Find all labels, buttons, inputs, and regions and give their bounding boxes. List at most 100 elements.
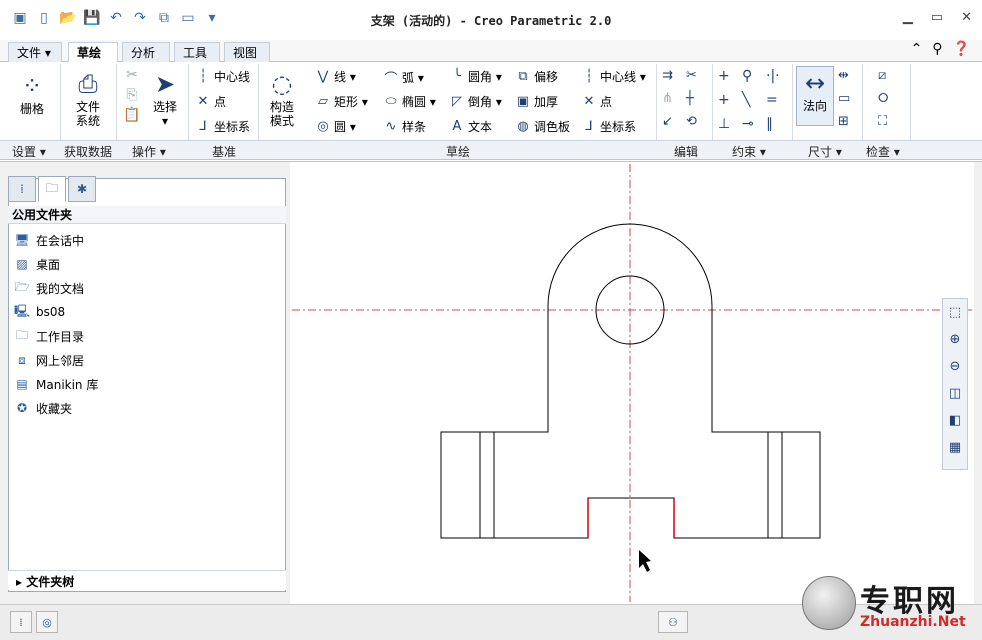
folder-tree-toggle[interactable]: ▸ 文件夹树 — [8, 570, 286, 590]
tab-file[interactable]: 文件 ▾ — [8, 42, 62, 62]
repaint-icon[interactable]: ◫ — [943, 380, 967, 407]
folder-browser-tab-icon[interactable]: 🗀 — [38, 176, 66, 202]
group-setup[interactable]: 设置 ▾ — [12, 143, 46, 160]
horizontal-constraint-icon[interactable]: + — [718, 92, 742, 108]
line-tool[interactable]: ⋁ 线 ▾ — [316, 68, 356, 85]
model-tree-tab-icon[interactable]: ⁞ — [8, 176, 36, 202]
datum-point[interactable]: ✕ 点 — [196, 93, 226, 110]
delete-segment-icon[interactable]: ✂ — [686, 68, 710, 83]
equal-constraint-icon[interactable]: = — [766, 92, 790, 108]
circle-tool[interactable]: ◎ 圆 ▾ — [316, 118, 356, 135]
dimension-tools: ⇹ ▭ ⊞ — [838, 68, 858, 129]
help-icon[interactable]: ❓ — [953, 41, 970, 57]
vertical-constraint-icon[interactable]: + — [718, 68, 742, 84]
shade-closed-loops-icon[interactable]: ⛶ — [878, 114, 898, 129]
grid-button[interactable]: ⁘ 栅格 — [12, 70, 52, 116]
offset-tool[interactable]: ⧉ 偏移 — [516, 68, 558, 85]
close-button[interactable]: ✕ — [961, 10, 972, 25]
folder-list: 🖥 在会话中 ▨ 桌面 🗁 我的文档 🖳 bs08 🗀 工作目录 ⧈ 网上邻居 ▤ Manik… — [14, 228, 98, 420]
perimeter-icon[interactable]: ⇹ — [838, 68, 858, 83]
refit-icon[interactable]: ⬚ — [943, 299, 967, 326]
rectangle-tool[interactable]: ▱ 矩形 ▾ — [316, 93, 368, 110]
rotate-resize-icon[interactable]: ⟲ — [686, 114, 710, 129]
group-sketch: 草绘 — [446, 145, 471, 159]
highlight-open-ends-icon[interactable]: ⭘ — [878, 91, 898, 106]
paste-icon[interactable]: 📋 — [122, 108, 142, 122]
folder-item-favorites[interactable]: ✪ 收藏夹 — [14, 396, 98, 420]
cut-icon[interactable]: ✂ — [122, 68, 142, 82]
group-inspect[interactable]: 检查 ▾ — [866, 143, 900, 160]
watermark-logo: 专职网 Zhuanzhi.Net — [796, 574, 976, 636]
modify-icon[interactable]: ⇉ — [662, 68, 686, 83]
zoom-in-icon[interactable]: ⊕ — [943, 326, 967, 353]
folder-item-my-documents[interactable]: 🗁 我的文档 — [14, 276, 98, 300]
divide-icon[interactable]: ┼ — [686, 91, 710, 106]
minimize-button[interactable]: ▁ — [903, 10, 913, 25]
sketch-centerline[interactable]: ┆ 中心线 ▾ — [582, 68, 646, 85]
collapse-ribbon-icon[interactable]: ⌃ — [911, 41, 923, 57]
tab-view[interactable]: 视图 — [224, 42, 270, 62]
select-button[interactable]: ➤ 选择 ▾ — [148, 68, 182, 128]
arc-tool[interactable]: ⌒ 弧 ▾ — [384, 68, 423, 87]
normal-dimension-button[interactable]: ↔ 法向 — [796, 66, 834, 126]
working-dir-folder-icon: 🗀 — [15, 327, 28, 342]
display-style-icon[interactable]: ◧ — [943, 407, 967, 434]
midpoint-constraint-icon[interactable]: ╲ — [742, 92, 766, 108]
group-dimension[interactable]: 尺寸 ▾ — [808, 143, 842, 160]
baseline-icon[interactable]: ▭ — [838, 91, 858, 106]
fillet-tool[interactable]: ╰ 圆角 ▾ — [450, 68, 502, 85]
text-tool[interactable]: A 文本 — [450, 118, 492, 135]
overlapping-geometry-icon[interactable]: ⧄ — [878, 68, 898, 83]
group-datum: 基准 — [212, 145, 237, 159]
copy-icon[interactable]: ⎘ — [122, 88, 142, 102]
parallel-constraint-icon[interactable]: ∥ — [766, 116, 790, 132]
group-constrain[interactable]: 约束 ▾ — [732, 143, 766, 160]
thicken-tool[interactable]: ▣ 加厚 — [516, 93, 558, 110]
ellipse-tool[interactable]: ⬭ 椭圆 ▾ — [384, 93, 435, 110]
folder-item-computer[interactable]: 🖳 bs08 — [14, 300, 98, 324]
reference-icon[interactable]: ⊞ — [838, 114, 858, 129]
window-title: 支架 (活动的) - Creo Parametric 2.0 — [370, 14, 612, 28]
tab-analysis[interactable]: 分析 — [122, 42, 170, 62]
file-system-icon: ⎙ — [78, 70, 98, 98]
folder-item-network[interactable]: ⧈ 网上邻居 — [14, 348, 98, 372]
symmetric-constraint-icon[interactable]: ⋅|⋅ — [766, 68, 790, 84]
favorites-tab-icon[interactable]: ✱ — [68, 176, 96, 202]
normal-dimension-icon: ↔ — [804, 69, 826, 97]
sketch-canvas[interactable] — [290, 162, 974, 604]
tab-tools[interactable]: 工具 — [174, 42, 220, 62]
group-operations[interactable]: 操作 ▾ — [132, 143, 166, 160]
zoom-out-icon[interactable]: ⊖ — [943, 353, 967, 380]
spline-tool[interactable]: ∿ 样条 — [384, 118, 426, 135]
tab-sketch[interactable]: 草绘 — [68, 42, 118, 63]
chamfer-icon: ◸ — [452, 94, 462, 109]
sketch-csys[interactable]: ⅃ 坐标系 — [582, 118, 636, 135]
chamfer-tool[interactable]: ◸ 倒角 ▾ — [450, 93, 502, 110]
tangent-constraint-icon[interactable]: ⚲ — [742, 68, 766, 84]
window-controls: ▁ ▭ ✕ — [903, 10, 972, 25]
folder-item-in-session[interactable]: 🖥 在会话中 — [14, 228, 98, 252]
show-navigator-icon[interactable]: ⁞ — [10, 611, 32, 633]
sketch-display-filter-icon[interactable]: ▦ — [943, 434, 967, 461]
maximize-button[interactable]: ▭ — [931, 10, 943, 25]
ribbon-group-labels: 设置 ▾ 获取数据 操作 ▾ 基准 草绘 编辑 约束 ▾ 尺寸 ▾ 检查 ▾ — [0, 140, 982, 160]
folder-item-working-directory[interactable]: 🗀 工作目录 — [14, 324, 98, 348]
folder-item-desktop[interactable]: ▨ 桌面 — [14, 252, 98, 276]
datum-csys[interactable]: ⅃ 坐标系 — [196, 118, 250, 135]
clipboard-icons: ✂ ⎘ 📋 — [122, 68, 142, 122]
corner-icon[interactable]: ↙ — [662, 114, 686, 129]
coincident-constraint-icon[interactable]: ⊸ — [742, 116, 766, 132]
search-icon[interactable]: ⚲ — [932, 41, 942, 57]
inspect-tools: ⧄ ⭘ ⛶ — [878, 68, 898, 129]
file-system-button[interactable]: ⎙ 文件 系统 — [66, 68, 110, 128]
perpendicular-constraint-icon[interactable]: ⊥ — [718, 116, 742, 132]
selection-filter-icon[interactable]: ⚇ — [658, 611, 688, 633]
monitor-icon: 🖥 — [14, 233, 30, 247]
datum-centerline[interactable]: ┆ 中心线 — [196, 68, 250, 85]
palette-tool[interactable]: ◍ 调色板 — [516, 118, 570, 135]
mirror-icon[interactable]: ⋔ — [662, 91, 686, 106]
construct-mode-button[interactable]: ◌ 构造 模式 — [264, 68, 300, 128]
sketch-point[interactable]: ✕ 点 — [582, 93, 612, 110]
folder-item-manikin[interactable]: ▤ Manikin 库 — [14, 372, 98, 396]
show-browser-icon[interactable]: ◎ — [36, 611, 58, 633]
